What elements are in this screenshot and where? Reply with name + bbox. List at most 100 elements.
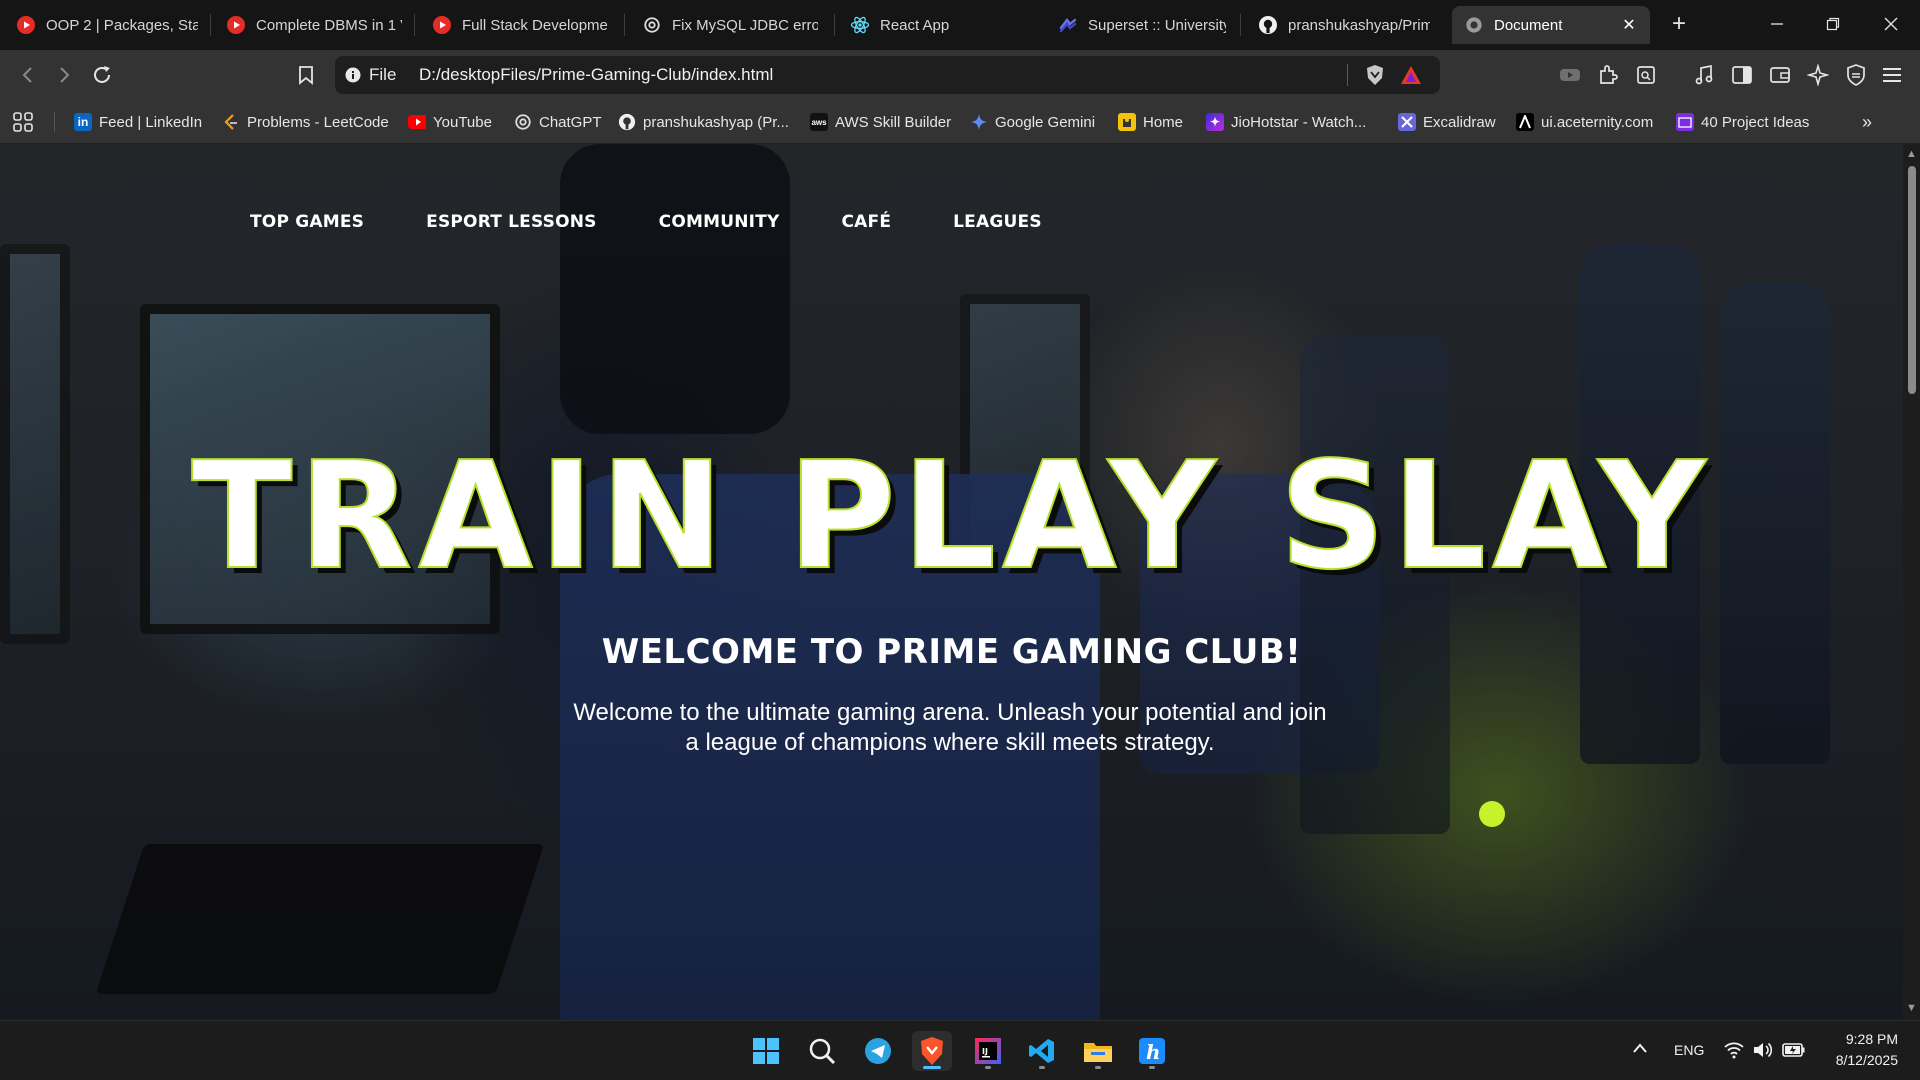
intellij-icon[interactable]: IJ [968, 1031, 1008, 1071]
bookmark-40-project-ideas[interactable]: 40 Project Ideas [1676, 110, 1809, 134]
tab-full-stack[interactable]: Full Stack Developme [420, 6, 620, 44]
apps-grid-icon[interactable] [12, 110, 34, 134]
leo-ai-icon[interactable] [1804, 61, 1832, 89]
browser-toolbar: File D:/desktopFiles/Prime-Gaming-Club/i… [0, 50, 1920, 100]
bookmark-label: pranshukashyap (Pr... [643, 113, 789, 131]
youtube-icon [16, 15, 36, 35]
reload-button[interactable] [88, 61, 116, 89]
bookmark-excalidraw[interactable]: Excalidraw [1398, 110, 1496, 134]
notes-h-icon[interactable]: h [1132, 1031, 1172, 1071]
page-scrollbar[interactable]: ▲ ▼ [1903, 144, 1920, 1020]
bookmark-gemini[interactable]: Google Gemini [970, 110, 1095, 134]
bookmarks-overflow-icon[interactable]: » [1862, 110, 1872, 134]
youtube-leo-icon[interactable] [1556, 61, 1584, 89]
hero-subtitle: WELCOME TO PRIME GAMING CLUB! [601, 632, 1302, 672]
vscode-icon[interactable] [1022, 1031, 1062, 1071]
tab-title: Fix MySQL JDBC error [672, 16, 818, 34]
bookmark-chatgpt[interactable]: ChatGPT [514, 110, 602, 134]
sidebar-icon[interactable] [1728, 61, 1756, 89]
nav-esport-lessons[interactable]: ESPORT LESSONS [426, 212, 597, 232]
scroll-up-icon[interactable]: ▲ [1906, 148, 1917, 160]
tab-github-repo[interactable]: pranshukashyap/Prim [1246, 6, 1442, 44]
address-bar[interactable]: File D:/desktopFiles/Prime-Gaming-Club/i… [335, 56, 1440, 94]
tab-separator [1240, 14, 1241, 36]
bookmark-icon[interactable] [292, 61, 320, 89]
bookmark-youtube[interactable]: YouTube [408, 110, 492, 134]
bookmark-leetcode[interactable]: Problems - LeetCode [222, 110, 389, 134]
leetcode-icon [222, 113, 240, 131]
tab-title: Complete DBMS in 1 V [256, 16, 402, 34]
scroll-down-icon[interactable]: ▼ [1906, 1002, 1917, 1014]
reading-mode-icon[interactable] [1632, 61, 1660, 89]
input-language[interactable]: ENG [1674, 1042, 1704, 1058]
tab-separator [624, 14, 625, 36]
brave-rewards-icon[interactable] [1397, 61, 1425, 89]
back-button[interactable] [14, 61, 42, 89]
wallet-icon[interactable] [1766, 61, 1794, 89]
bookmark-jiohotstar[interactable]: ✦ JioHotstar - Watch... [1206, 110, 1366, 134]
bookmark-label: 40 Project Ideas [1701, 113, 1810, 131]
running-indicator [1149, 1066, 1155, 1069]
bookmark-linkedin[interactable]: in Feed | LinkedIn [74, 110, 202, 134]
search-icon[interactable] [802, 1031, 842, 1071]
nav-community[interactable]: COMMUNITY [659, 212, 780, 232]
nav-top-games[interactable]: TOP GAMES [250, 212, 364, 232]
tab-mysql-jdbc[interactable]: Fix MySQL JDBC error [630, 6, 830, 44]
brave-shields-icon[interactable] [1361, 61, 1389, 89]
extensions-icon[interactable] [1594, 61, 1622, 89]
tab-dbms[interactable]: Complete DBMS in 1 V [214, 6, 414, 44]
info-icon [345, 67, 361, 83]
new-tab-button[interactable]: + [1666, 12, 1692, 38]
battery-charging-icon[interactable] [1782, 1042, 1806, 1063]
minimize-button[interactable] [1762, 10, 1792, 38]
tab-document[interactable]: Document ✕ [1452, 6, 1650, 44]
tab-title: React App [880, 16, 950, 34]
vpn-shield-icon[interactable] [1842, 61, 1870, 89]
clock-date[interactable]: 8/12/2025 [1822, 1052, 1898, 1068]
youtube-icon [226, 15, 246, 35]
windows-start-icon[interactable] [746, 1031, 786, 1071]
bookmark-label: Excalidraw [1423, 113, 1496, 131]
svg-text:h: h [1146, 1040, 1161, 1064]
tab-react-app[interactable]: React App [838, 6, 1038, 44]
media-music-icon[interactable] [1690, 61, 1718, 89]
gemini-icon [970, 113, 988, 131]
brave-icon[interactable] [912, 1031, 952, 1071]
file-explorer-icon[interactable] [1078, 1031, 1118, 1071]
superset-icon [1058, 15, 1078, 35]
close-icon[interactable]: ✕ [1620, 16, 1638, 34]
windows-taskbar: IJ h ENG 9:28 PM 8/12/2025 [0, 1020, 1920, 1080]
scrollbar-thumb[interactable] [1908, 166, 1916, 394]
tab-superset[interactable]: Superset :: University D [1046, 6, 1238, 44]
bookmark-aceternity[interactable]: ui.aceternity.com [1516, 110, 1653, 134]
nav-leagues[interactable]: LEAGUES [953, 212, 1042, 232]
bookmark-aws[interactable]: aws AWS Skill Builder [810, 110, 951, 134]
site-info-button[interactable]: File [345, 65, 396, 85]
telegram-icon[interactable] [858, 1031, 898, 1071]
volume-icon[interactable] [1752, 1041, 1773, 1064]
menu-icon[interactable] [1878, 61, 1906, 89]
running-indicator [985, 1066, 991, 1069]
youtube-icon [408, 113, 426, 131]
browser-tab-strip: OOP 2 | Packages, Stat Complete DBMS in … [0, 0, 1920, 50]
close-window-button[interactable] [1876, 10, 1906, 38]
restore-button[interactable] [1818, 10, 1848, 38]
tab-title: Full Stack Developme [462, 16, 608, 34]
bookmark-home[interactable]: Home [1118, 110, 1183, 134]
page-viewport: TOP GAMES ESPORT LESSONS COMMUNITY CAFÉ … [0, 144, 1903, 1020]
tab-oop-packages[interactable]: OOP 2 | Packages, Stat [4, 6, 210, 44]
bookmark-label: AWS Skill Builder [835, 113, 952, 131]
clock-time[interactable]: 9:28 PM [1836, 1031, 1898, 1047]
bookmark-label: ui.aceternity.com [1541, 113, 1654, 131]
bookmark-github[interactable]: pranshukashyap (Pr... [618, 110, 789, 134]
folder-icon [1676, 113, 1694, 131]
scheme-label: File [369, 65, 397, 84]
forward-button[interactable] [50, 61, 78, 89]
show-hidden-icons-chevron-icon[interactable] [1632, 1041, 1648, 1059]
bookmarks-bar: in Feed | LinkedIn Problems - LeetCode Yo… [0, 100, 1920, 144]
nav-cafe[interactable]: CAFÉ [841, 212, 891, 232]
url-text[interactable]: D:/desktopFiles/Prime-Gaming-Club/index.… [419, 65, 773, 85]
wifi-icon[interactable] [1724, 1041, 1744, 1064]
chatgpt-icon [514, 113, 532, 131]
tab-separator [834, 14, 835, 36]
